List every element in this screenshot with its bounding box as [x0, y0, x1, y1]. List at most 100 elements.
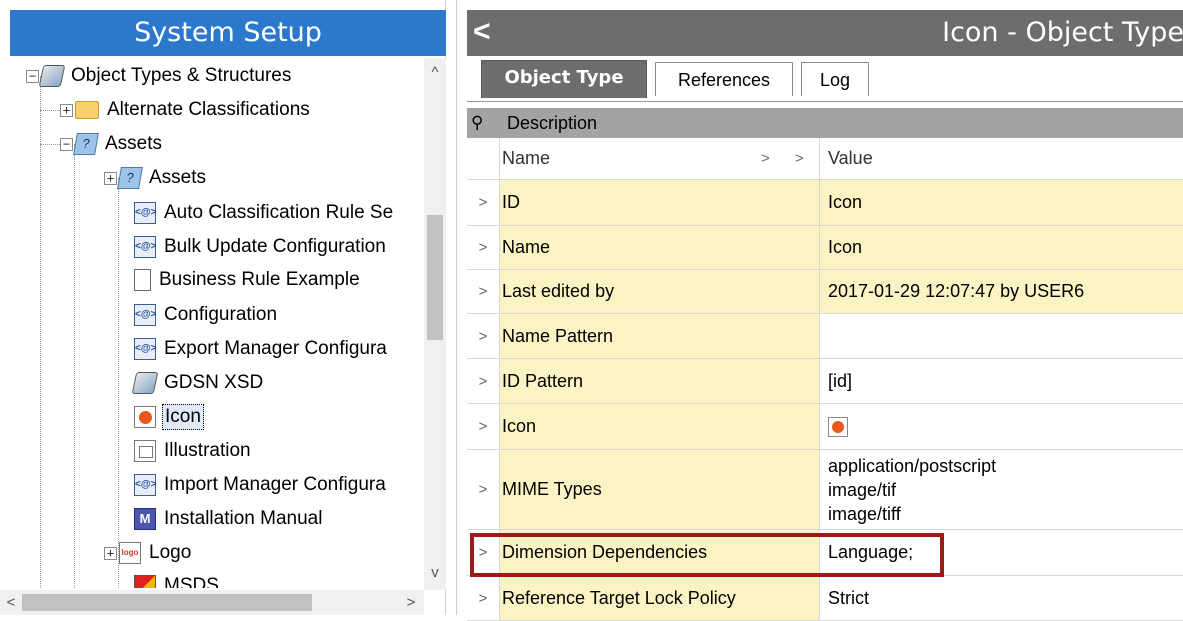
setup-object-icon: <@>	[134, 338, 156, 360]
column-header-name[interactable]: Name	[499, 138, 819, 179]
tree-item-assets[interactable]: − ? Assets	[60, 129, 164, 159]
tree-item-assets-child[interactable]: + ? Assets	[104, 163, 208, 193]
detail-pane: < Icon - Object Type Object Type Referen…	[456, 0, 1183, 621]
tree-item-export-manager[interactable]: <@> Export Manager Configura	[134, 334, 389, 364]
scroll-thumb[interactable]	[427, 215, 443, 340]
expand-icon[interactable]: +	[60, 103, 73, 117]
scroll-right-icon[interactable]: >	[400, 590, 422, 615]
collapse-icon[interactable]: −	[26, 69, 39, 83]
chevron-right-icon[interactable]: >	[795, 138, 804, 179]
tab-log[interactable]: Log	[801, 62, 869, 96]
tree-item-configuration[interactable]: <@> Configuration	[134, 300, 279, 330]
scroll-up-icon[interactable]: ^	[424, 62, 446, 84]
table-row[interactable]: > Name Icon	[467, 226, 1183, 270]
mime-type-value: image/tiff	[828, 503, 901, 524]
tree-item-import-manager[interactable]: <@> Import Manager Configura	[134, 470, 388, 500]
scroll-left-icon[interactable]: <	[0, 590, 22, 615]
chevron-right-icon[interactable]: >	[467, 576, 499, 620]
tree-item-object-types[interactable]: − Object Types & Structures	[26, 61, 293, 91]
property-value[interactable]: application/postscript image/tif image/t…	[819, 450, 1183, 529]
table-row[interactable]: > ID Pattern [id]	[467, 359, 1183, 404]
table-row[interactable]: > MIME Types application/postscript imag…	[467, 450, 1183, 530]
property-name: Last edited by	[499, 270, 819, 313]
red-dot-icon	[828, 416, 848, 437]
chevron-right-icon[interactable]: >	[467, 314, 499, 358]
description-group-header[interactable]: ⚲ Description	[467, 108, 1183, 138]
setup-object-icon: <@>	[134, 304, 156, 326]
property-name: Name	[499, 226, 819, 269]
property-value[interactable]: 2017-01-29 12:07:47 by USER6	[819, 270, 1183, 313]
setup-gear-icon	[131, 372, 159, 394]
tree-item-logo[interactable]: + logo Logo	[104, 538, 193, 568]
pin-icon[interactable]: ⚲	[471, 108, 483, 138]
column-header-value[interactable]: Value	[819, 138, 1183, 179]
tab-references[interactable]: References	[655, 62, 793, 96]
tree-item-gdsn-xsd[interactable]: GDSN XSD	[131, 368, 265, 398]
tree-item-auto-classification[interactable]: <@> Auto Classification Rule Se	[134, 198, 395, 228]
scroll-down-icon[interactable]: v	[424, 562, 446, 584]
tree-item-icon[interactable]: Icon	[134, 402, 204, 432]
tree-guide-line	[74, 144, 75, 588]
tree-item-label: Installation Manual	[164, 508, 323, 529]
chevron-right-icon[interactable]: >	[467, 359, 499, 403]
tree-item-msds[interactable]: MSDS	[134, 571, 221, 588]
tree-item-label: Export Manager Configura	[164, 338, 387, 359]
property-value[interactable]: Icon	[819, 180, 1183, 225]
detail-header: < Icon - Object Type	[467, 10, 1183, 56]
tree-item-label: Alternate Classifications	[107, 99, 310, 120]
mime-type-value: application/postscript	[828, 455, 997, 476]
tree-item-alternate-classifications[interactable]: + Alternate Classifications	[60, 95, 312, 125]
tree-item-label: Configuration	[164, 304, 278, 325]
tree-item-label: Business Rule Example	[159, 269, 360, 290]
expand-icon[interactable]: +	[104, 546, 117, 560]
chevron-right-icon[interactable]: >	[761, 138, 770, 179]
document-icon	[134, 269, 151, 291]
tree-item-label: Illustration	[164, 440, 251, 461]
chevron-right-icon[interactable]: >	[467, 226, 499, 269]
expand-icon[interactable]: +	[104, 171, 117, 185]
property-name: Icon	[499, 404, 819, 449]
property-value[interactable]: Icon	[819, 226, 1183, 269]
tree-item-label: Bulk Update Configuration	[164, 236, 386, 257]
tab-object-type[interactable]: Object Type	[481, 60, 647, 98]
tree-guide-line	[118, 178, 119, 588]
property-name: Name Pattern	[499, 314, 819, 358]
tab-bar: Object Type References Log	[467, 56, 1183, 102]
table-row[interactable]: > Last edited by 2017-01-29 12:07:47 by …	[467, 270, 1183, 314]
tree-item-bulk-update[interactable]: <@> Bulk Update Configuration	[134, 232, 388, 262]
chevron-right-icon[interactable]: >	[467, 404, 499, 449]
property-value[interactable]	[819, 404, 1183, 449]
tree-guide-line	[40, 76, 41, 588]
property-value[interactable]: [id]	[819, 359, 1183, 403]
illustration-icon	[134, 440, 156, 462]
chevron-right-icon[interactable]: >	[467, 180, 499, 225]
back-chevron-icon[interactable]: <	[473, 10, 491, 54]
table-row[interactable]: > Name Pattern	[467, 314, 1183, 359]
table-row[interactable]: > Dimension Dependencies Language;	[467, 530, 1183, 576]
property-value[interactable]: Strict	[819, 576, 1183, 620]
setup-object-icon: <@>	[134, 236, 156, 258]
property-value[interactable]: Language;	[819, 530, 1183, 575]
tree-item-label: Icon	[162, 404, 204, 430]
tree-item-business-rule[interactable]: Business Rule Example	[134, 265, 362, 295]
table-row[interactable]: > Icon	[467, 404, 1183, 450]
table-row[interactable]: > Reference Target Lock Policy Strict	[467, 576, 1183, 621]
property-value[interactable]	[819, 314, 1183, 358]
table-row[interactable]: > ID Icon	[467, 180, 1183, 226]
chevron-right-icon[interactable]: >	[467, 530, 499, 575]
logo-icon: logo	[119, 542, 141, 564]
horizontal-scrollbar[interactable]: < >	[0, 590, 424, 615]
navigation-pane: System Setup − Object Types & Structures…	[0, 0, 446, 615]
collapse-icon[interactable]: −	[60, 137, 73, 151]
tree-item-label: Import Manager Configura	[164, 474, 386, 495]
tree-item-installation-manual[interactable]: M Installation Manual	[134, 504, 324, 534]
chevron-right-icon[interactable]: >	[467, 270, 499, 313]
chevron-right-icon[interactable]: >	[467, 450, 499, 529]
setup-object-icon: <@>	[134, 474, 156, 496]
tree-item-illustration[interactable]: Illustration	[134, 436, 253, 466]
vertical-scrollbar[interactable]: ^ v	[424, 58, 446, 590]
group-label: Description	[507, 113, 598, 133]
tree-item-label: GDSN XSD	[164, 372, 264, 393]
tree-item-label: Assets	[149, 167, 207, 188]
scroll-thumb[interactable]	[22, 594, 312, 611]
